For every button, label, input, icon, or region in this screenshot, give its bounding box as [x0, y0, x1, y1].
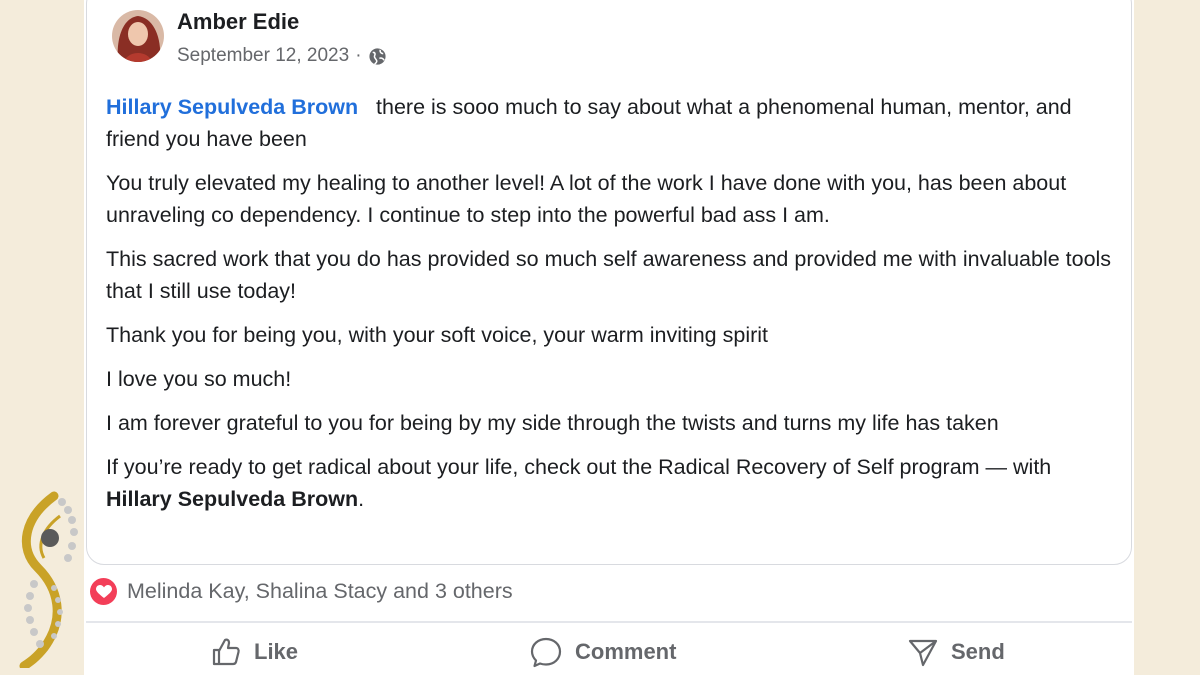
action-bar: Like Comment Send — [86, 630, 1132, 675]
like-label: Like — [254, 639, 299, 664]
author-avatar[interactable] — [112, 10, 164, 62]
comment-icon — [530, 637, 562, 668]
send-label: Send — [951, 639, 1005, 664]
reactions-summary[interactable]: Melinda Kay, Shalina Stacy and 3 others — [90, 578, 513, 605]
globe-icon[interactable] — [368, 47, 387, 66]
reactions-text: Melinda Kay, Shalina Stacy and 3 others — [127, 579, 513, 603]
post-paragraph: Thank you for being you, with your soft … — [106, 323, 769, 347]
author-name[interactable]: Amber Edie — [177, 9, 299, 35]
closing-suffix: . — [358, 487, 365, 511]
actions-divider — [86, 621, 1132, 623]
brand-logo — [19, 491, 78, 668]
post-paragraph: This sacred work that you do has provide… — [106, 247, 1112, 303]
post-body: Hillary Sepulveda Brown there is sooo mu… — [106, 91, 1116, 527]
post-date[interactable]: September 12, 2023 — [177, 45, 349, 67]
comment-button[interactable]: Comment — [529, 636, 676, 668]
like-button[interactable]: Like — [210, 636, 298, 668]
post-meta: September 12, 2023 · — [177, 45, 387, 67]
send-button[interactable]: Send — [907, 636, 1005, 668]
comment-label: Comment — [575, 639, 677, 664]
post-paragraph: You truly elevated my healing to another… — [106, 171, 1067, 227]
mention-link[interactable]: Hillary Sepulveda Brown — [106, 95, 358, 119]
post-closing: If you’re ready to get radical about you… — [106, 451, 1116, 515]
post-paragraph: I love you so much! — [106, 367, 292, 391]
meta-separator: · — [355, 45, 362, 66]
tagged-person-link[interactable]: Hillary Sepulveda Brown — [106, 487, 358, 511]
post-paragraph: I am forever grateful to you for being b… — [106, 411, 999, 435]
thumbs-up-icon — [212, 638, 240, 666]
send-icon — [908, 639, 938, 667]
heart-icon — [90, 578, 117, 605]
post-intro: Hillary Sepulveda Brown there is sooo mu… — [106, 91, 1116, 155]
closing-text: If you’re ready to get radical about you… — [106, 455, 1052, 479]
